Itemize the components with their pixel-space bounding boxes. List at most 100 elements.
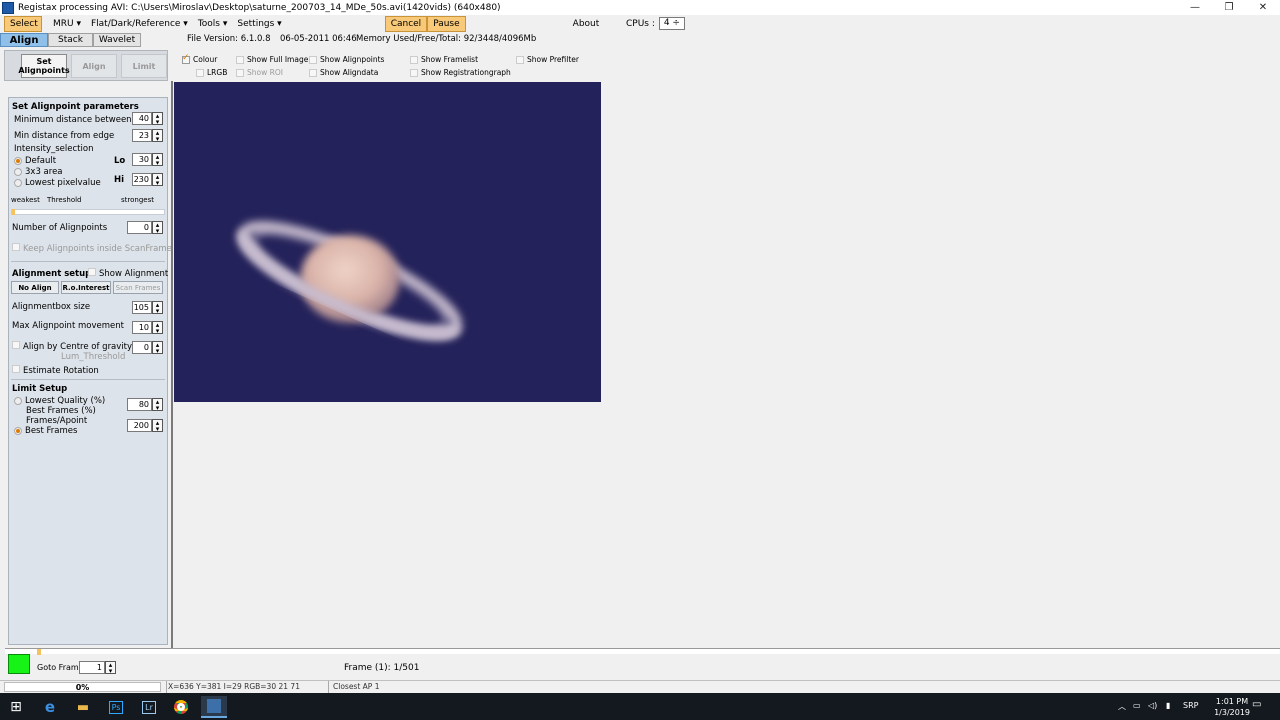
max-movement-value[interactable]: 10 — [132, 321, 152, 334]
radio-lowest-quality[interactable]: Lowest Quality (%) — [14, 396, 105, 406]
minimize-button[interactable]: — — [1178, 0, 1212, 15]
num-alignpoints-spinner[interactable]: 0 ▴ ▾ — [127, 221, 163, 235]
pause-button[interactable]: Pause — [427, 16, 466, 32]
select-button[interactable]: Select — [4, 16, 42, 32]
spinner-arrows-icon[interactable]: ▴ ▾ — [152, 173, 163, 187]
estimate-rotation-checkbox[interactable]: Estimate Rotation — [12, 365, 99, 376]
spinner-arrows-icon[interactable]: ▴ ▾ — [152, 153, 163, 167]
tab-wavelet[interactable]: Wavelet — [93, 33, 141, 47]
centre-gravity-value[interactable]: 0 — [132, 341, 152, 354]
frame-slider[interactable] — [5, 648, 1280, 655]
restore-button[interactable]: ❐ — [1212, 0, 1246, 15]
lo-spinner[interactable]: 30 ▴ ▾ — [132, 153, 163, 167]
edge-icon[interactable]: e — [39, 696, 61, 718]
alignmentbox-size-value[interactable]: 105 — [132, 301, 152, 314]
show-prefilter-checkbox[interactable]: Show Prefilter — [516, 55, 579, 64]
show-framelist-checkbox[interactable]: Show Framelist — [410, 55, 478, 64]
hi-value[interactable]: 230 — [132, 173, 152, 186]
spinner-arrows-icon[interactable]: ▴ ▾ — [152, 341, 163, 355]
chrome-icon[interactable] — [170, 696, 192, 718]
threshold-slider[interactable] — [11, 209, 165, 215]
colour-checkbox[interactable]: Colour — [182, 53, 217, 64]
min-dist-edge-spinner[interactable]: 23 ▴ ▾ — [132, 129, 163, 143]
cpus-spinner[interactable]: 4 ÷ — [658, 17, 685, 30]
threshold-label: Threshold — [47, 196, 82, 204]
hi-spinner[interactable]: 230 ▴ ▾ — [132, 173, 163, 187]
registax-taskbar-icon[interactable] — [201, 696, 227, 718]
show-registrationgraph-checkbox[interactable]: Show Registrationgraph — [410, 68, 511, 77]
lo-value[interactable]: 30 — [132, 153, 152, 166]
min-dist-between-spinner[interactable]: 40 ▴ ▾ — [132, 112, 163, 126]
lightroom-icon[interactable]: Lr — [138, 696, 160, 718]
notifications-icon[interactable]: ▭ — [1252, 699, 1261, 710]
menu-mru[interactable]: MRU ▾ — [48, 17, 86, 31]
spinner-arrows-icon[interactable]: ▴ ▾ — [152, 398, 163, 412]
photoshop-icon[interactable]: Ps — [105, 696, 127, 718]
show-alignpoints-checkbox[interactable]: Show Alignpoints — [309, 55, 384, 64]
min-dist-edge-label: Min distance from edge — [14, 131, 115, 141]
menu-settings[interactable]: Settings ▾ — [232, 17, 286, 31]
taskbar-clock[interactable]: 1:01 PM 1/3/2019 — [1214, 696, 1250, 718]
slider-thumb[interactable] — [12, 209, 15, 215]
min-dist-between-value[interactable]: 40 — [132, 112, 152, 125]
num-alignpoints-value[interactable]: 0 — [127, 221, 152, 234]
frame-preview[interactable] — [174, 82, 601, 402]
radio-lowest-pixelvalue[interactable]: Lowest pixelvalue — [14, 178, 101, 188]
close-button[interactable]: ✕ — [1246, 0, 1280, 15]
scan-frames-button[interactable]: Scan Frames — [113, 281, 163, 294]
no-align-button[interactable]: No Align — [11, 281, 59, 294]
windows-start-icon[interactable]: ⊞ — [5, 696, 27, 718]
file-version: File Version: 6.1.0.8 — [187, 34, 271, 44]
spinner-arrows-icon[interactable]: ▴ ▾ — [152, 321, 163, 335]
centre-gravity-checkbox[interactable]: Align by Centre of gravity — [12, 341, 132, 352]
menu-tools[interactable]: Tools ▾ — [193, 17, 233, 31]
spinner-arrows-icon[interactable]: ▴ ▾ — [152, 419, 163, 433]
file-explorer-icon[interactable]: ▬ — [72, 696, 94, 718]
about-button[interactable]: About — [568, 17, 605, 31]
spinner-arrows-icon[interactable]: ▴ ▾ — [152, 301, 163, 315]
battery-icon[interactable]: ▮ — [1166, 701, 1170, 710]
limit-value-spinner-2[interactable]: 200 ▴ ▾ — [127, 419, 163, 433]
tab-stack[interactable]: Stack — [48, 33, 93, 47]
network-icon[interactable]: ▭ — [1133, 701, 1141, 710]
progress-bar: 0% — [4, 682, 161, 692]
show-roi-checkbox[interactable]: Show ROI — [236, 68, 283, 77]
roi-button[interactable]: R.o.Interest — [61, 281, 111, 294]
tab-align[interactable]: Align — [0, 33, 48, 47]
menu-flat-dark-reference[interactable]: Flat/Dark/Reference ▾ — [86, 17, 193, 31]
max-movement-spinner[interactable]: 10 ▴ ▾ — [132, 321, 163, 335]
keep-inside-checkbox[interactable]: Keep Alignpoints inside ScanFrame — [12, 243, 172, 254]
spinner-arrows-icon[interactable]: ▴ ▾ — [152, 112, 163, 126]
min-dist-edge-value[interactable]: 23 — [132, 129, 152, 142]
show-aligndata-checkbox[interactable]: Show Aligndata — [309, 68, 378, 77]
alignmentbox-size-spinner[interactable]: 105 ▴ ▾ — [132, 301, 163, 315]
align-subtabs: Set Alignpoints Align Limit — [4, 50, 168, 81]
centre-gravity-spinner[interactable]: 0 ▴ ▾ — [132, 341, 163, 355]
goto-frame-spinner[interactable]: 1 ▴ ▾ — [79, 661, 116, 675]
limit-value-spinner-1[interactable]: 80 ▴ ▾ — [127, 398, 163, 412]
cpus-control: CPUs : 4 ÷ — [626, 17, 685, 30]
lrgb-checkbox[interactable]: LRGB — [196, 68, 227, 77]
goto-frame-value[interactable]: 1 — [79, 661, 105, 674]
show-alignment-checkbox[interactable]: Show Alignment — [88, 268, 168, 279]
limit-value-2[interactable]: 200 — [127, 419, 152, 432]
limit-value-1[interactable]: 80 — [127, 398, 152, 411]
subtab-align[interactable]: Align — [71, 54, 117, 78]
frame-slider-thumb[interactable] — [37, 649, 41, 655]
language-indicator[interactable]: SRP — [1183, 701, 1198, 710]
volume-icon[interactable]: ◁) — [1148, 701, 1157, 710]
window-title: Registax processing AVI: C:\Users\Mirosl… — [18, 2, 501, 13]
subtab-limit[interactable]: Limit — [121, 54, 167, 78]
show-full-image-checkbox[interactable]: Show Full Image — [236, 55, 308, 64]
cancel-button[interactable]: Cancel — [384, 16, 428, 32]
max-movement-label: Max Alignpoint movement — [12, 321, 124, 331]
radio-best-frames[interactable]: Best Frames — [14, 426, 77, 436]
subtab-set-alignpoints[interactable]: Set Alignpoints — [18, 54, 70, 78]
radio-default[interactable]: Default — [14, 156, 56, 166]
checkbox-icon — [88, 268, 96, 276]
spinner-arrows-icon[interactable]: ▴ ▾ — [152, 129, 163, 143]
radio-3x3-area[interactable]: 3x3 area — [14, 167, 63, 177]
spinner-arrows-icon[interactable]: ▴ ▾ — [105, 661, 116, 675]
chevron-up-icon[interactable]: ︿ — [1118, 701, 1126, 712]
spinner-arrows-icon[interactable]: ▴ ▾ — [152, 221, 163, 235]
